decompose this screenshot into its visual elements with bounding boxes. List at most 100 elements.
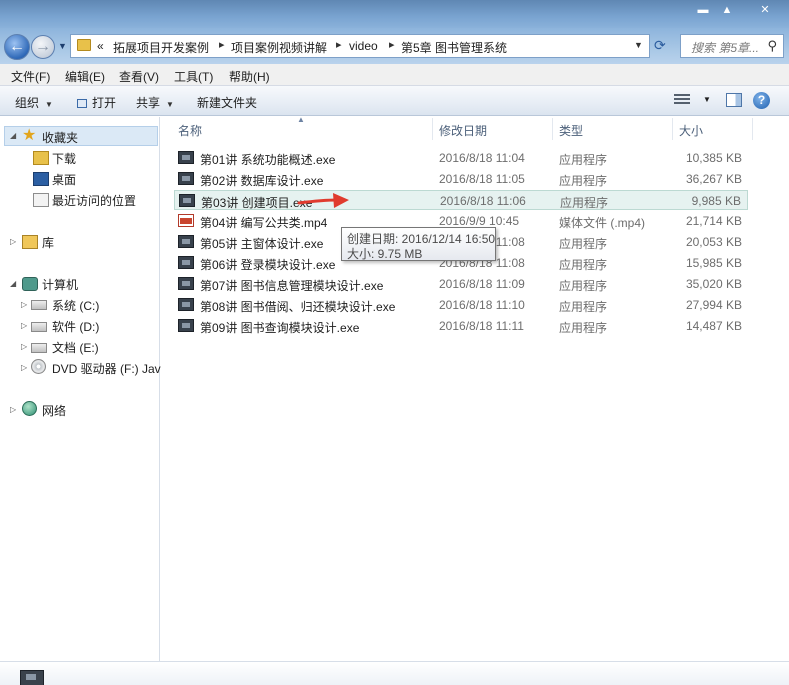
maximize-button[interactable]: ▲ [714, 2, 740, 18]
breadcrumb-chevron-icon[interactable]: ▸ [389, 38, 395, 51]
close-button[interactable]: ✕ [752, 2, 778, 18]
file-name: 第09讲 图书查询模块设计.exe [200, 321, 360, 335]
file-type: 应用程序 [559, 279, 608, 293]
expand-arrow-icon[interactable]: ▷ [21, 321, 27, 330]
forward-button[interactable]: → [31, 35, 55, 59]
expand-arrow-icon[interactable]: ▷ [21, 300, 27, 309]
file-row[interactable]: 第08讲 图书借阅、归还模块设计.exe 2016/8/18 11:10 应用程… [174, 295, 748, 315]
file-name: 第05讲 主窗体设计.exe [200, 237, 324, 251]
expand-arrow-icon[interactable]: ▷ [21, 342, 27, 351]
command-bar: 组织 ▼ 打开 共享 ▼ 新建文件夹 [0, 86, 789, 116]
view-dropdown-icon[interactable]: ▼ [703, 95, 711, 104]
menu-file[interactable]: 文件(F) [11, 68, 50, 85]
refresh-icon[interactable]: ⟳ [654, 37, 666, 54]
video-exe-icon [178, 172, 194, 185]
file-info-tooltip: 创建日期: 2016/12/14 16:50 大小: 9.75 MB [341, 227, 496, 261]
breadcrumb-chevron-icon[interactable]: ▸ [336, 38, 342, 51]
nav-network[interactable]: 网络 [42, 402, 66, 419]
expand-arrow-icon[interactable]: ◢ [10, 131, 16, 140]
breadcrumb-overflow[interactable]: « [97, 39, 104, 53]
nav-drive-e[interactable]: 文档 (E:) [52, 339, 99, 356]
file-row[interactable]: 第07讲 图书信息管理模块设计.exe 2016/8/18 11:09 应用程序… [174, 274, 748, 294]
organize-button[interactable]: 组织 ▼ [15, 94, 53, 111]
nav-drive-c[interactable]: 系统 (C:) [52, 297, 99, 314]
nav-computer[interactable]: 计算机 [42, 276, 78, 293]
open-button[interactable]: 打开 [77, 94, 116, 111]
folder-icon [77, 39, 91, 51]
file-type: 应用程序 [559, 321, 608, 335]
file-size: 27,994 KB [685, 298, 742, 312]
file-row-hovered[interactable]: 第03讲 创建项目.exe 2016/8/18 11:06 应用程序 9,985… [174, 190, 748, 210]
search-input[interactable]: 搜索 第5章... ⚲ [680, 34, 784, 58]
expand-arrow-icon[interactable]: ▷ [10, 405, 16, 414]
menu-help[interactable]: 帮助(H) [229, 68, 270, 85]
new-folder-button[interactable]: 新建文件夹 [197, 94, 257, 111]
file-size: 35,020 KB [685, 277, 742, 291]
file-type: 媒体文件 (.mp4) [559, 216, 646, 230]
menu-tools[interactable]: 工具(T) [174, 68, 213, 85]
preview-pane-icon[interactable] [726, 93, 742, 107]
file-name: 第08讲 图书借阅、归还模块设计.exe [200, 300, 396, 314]
address-bar[interactable]: « 拓展项目开发案例 ▸ 项目案例视频讲解 ▸ video ▸ 第5章 图书管理… [70, 34, 650, 58]
file-row[interactable]: 第09讲 图书查询模块设计.exe 2016/8/18 11:11 应用程序 1… [174, 316, 748, 336]
arrow-right-icon: → [35, 38, 51, 55]
breadcrumb-item[interactable]: 项目案例视频讲解 [231, 39, 327, 56]
column-header-date[interactable]: 修改日期 [439, 122, 487, 139]
network-icon [22, 401, 37, 416]
file-size: 15,985 KB [685, 256, 742, 270]
file-row[interactable]: 第02讲 数据库设计.exe 2016/8/18 11:05 应用程序 36,2… [174, 169, 748, 189]
share-button[interactable]: 共享 ▼ [136, 94, 174, 111]
file-date: 2016/8/18 11:04 [439, 151, 525, 165]
column-divider[interactable] [672, 118, 673, 140]
expand-arrow-icon[interactable]: ◢ [10, 279, 16, 288]
file-date: 2016/8/18 11:05 [439, 172, 525, 186]
column-divider[interactable] [552, 118, 553, 140]
help-icon[interactable]: ? [753, 92, 770, 109]
history-dropdown-icon[interactable]: ▼ [58, 41, 67, 51]
breadcrumb-item[interactable]: 第5章 图书管理系统 [401, 39, 507, 56]
search-placeholder: 搜索 第5章... [691, 41, 760, 55]
nav-favorites[interactable]: 收藏夹 [42, 129, 78, 146]
breadcrumb-chevron-icon[interactable]: ▸ [219, 38, 225, 51]
nav-downloads[interactable]: 下载 [52, 150, 76, 167]
file-size: 10,385 KB [685, 151, 742, 165]
file-date: 2016/8/18 11:10 [439, 298, 525, 312]
title-bar: ▬ ▲ ✕ [0, 0, 789, 30]
column-divider[interactable] [752, 118, 753, 140]
view-options-icon[interactable] [674, 92, 690, 108]
nav-recent[interactable]: 最近访问的位置 [52, 192, 136, 209]
file-row[interactable]: 第01讲 系统功能概述.exe 2016/8/18 11:04 应用程序 10,… [174, 148, 748, 168]
back-button[interactable]: ← [4, 34, 30, 60]
search-icon[interactable]: ⚲ [767, 38, 777, 54]
nav-libraries[interactable]: 库 [42, 234, 54, 251]
video-exe-icon [179, 194, 195, 207]
file-name: 第07讲 图书信息管理模块设计.exe [200, 279, 384, 293]
address-dropdown-icon[interactable]: ▼ [634, 40, 643, 50]
file-name: 第02讲 数据库设计.exe [200, 174, 324, 188]
file-date: 2016/8/18 11:09 [439, 277, 525, 291]
breadcrumb-item[interactable]: 拓展项目开发案例 [113, 39, 209, 56]
menu-edit[interactable]: 编辑(E) [65, 68, 105, 85]
drive-icon [31, 322, 47, 332]
nav-desktop[interactable]: 桌面 [52, 171, 76, 188]
mp4-icon [178, 214, 194, 227]
file-size: 20,053 KB [685, 235, 742, 249]
column-divider[interactable] [432, 118, 433, 140]
column-header-type[interactable]: 类型 [559, 122, 583, 139]
video-exe-icon [178, 256, 194, 269]
expand-arrow-icon[interactable]: ▷ [10, 237, 16, 246]
menu-view[interactable]: 查看(V) [119, 68, 159, 85]
desktop-icon [33, 172, 49, 186]
nav-drive-d[interactable]: 软件 (D:) [52, 318, 99, 335]
video-exe-icon [178, 319, 194, 332]
breadcrumb-item[interactable]: video [349, 39, 378, 53]
column-header-name[interactable]: 名称 [178, 122, 202, 139]
minimize-button[interactable]: ▬ [690, 2, 716, 18]
downloads-folder-icon [33, 151, 49, 165]
expand-arrow-icon[interactable]: ▷ [21, 363, 27, 372]
recent-places-icon [33, 193, 49, 207]
file-type: 应用程序 [559, 153, 608, 167]
details-pane [0, 661, 789, 685]
nav-drive-f[interactable]: DVD 驱动器 (F:) Java [52, 360, 167, 377]
column-header-size[interactable]: 大小 [679, 122, 703, 139]
